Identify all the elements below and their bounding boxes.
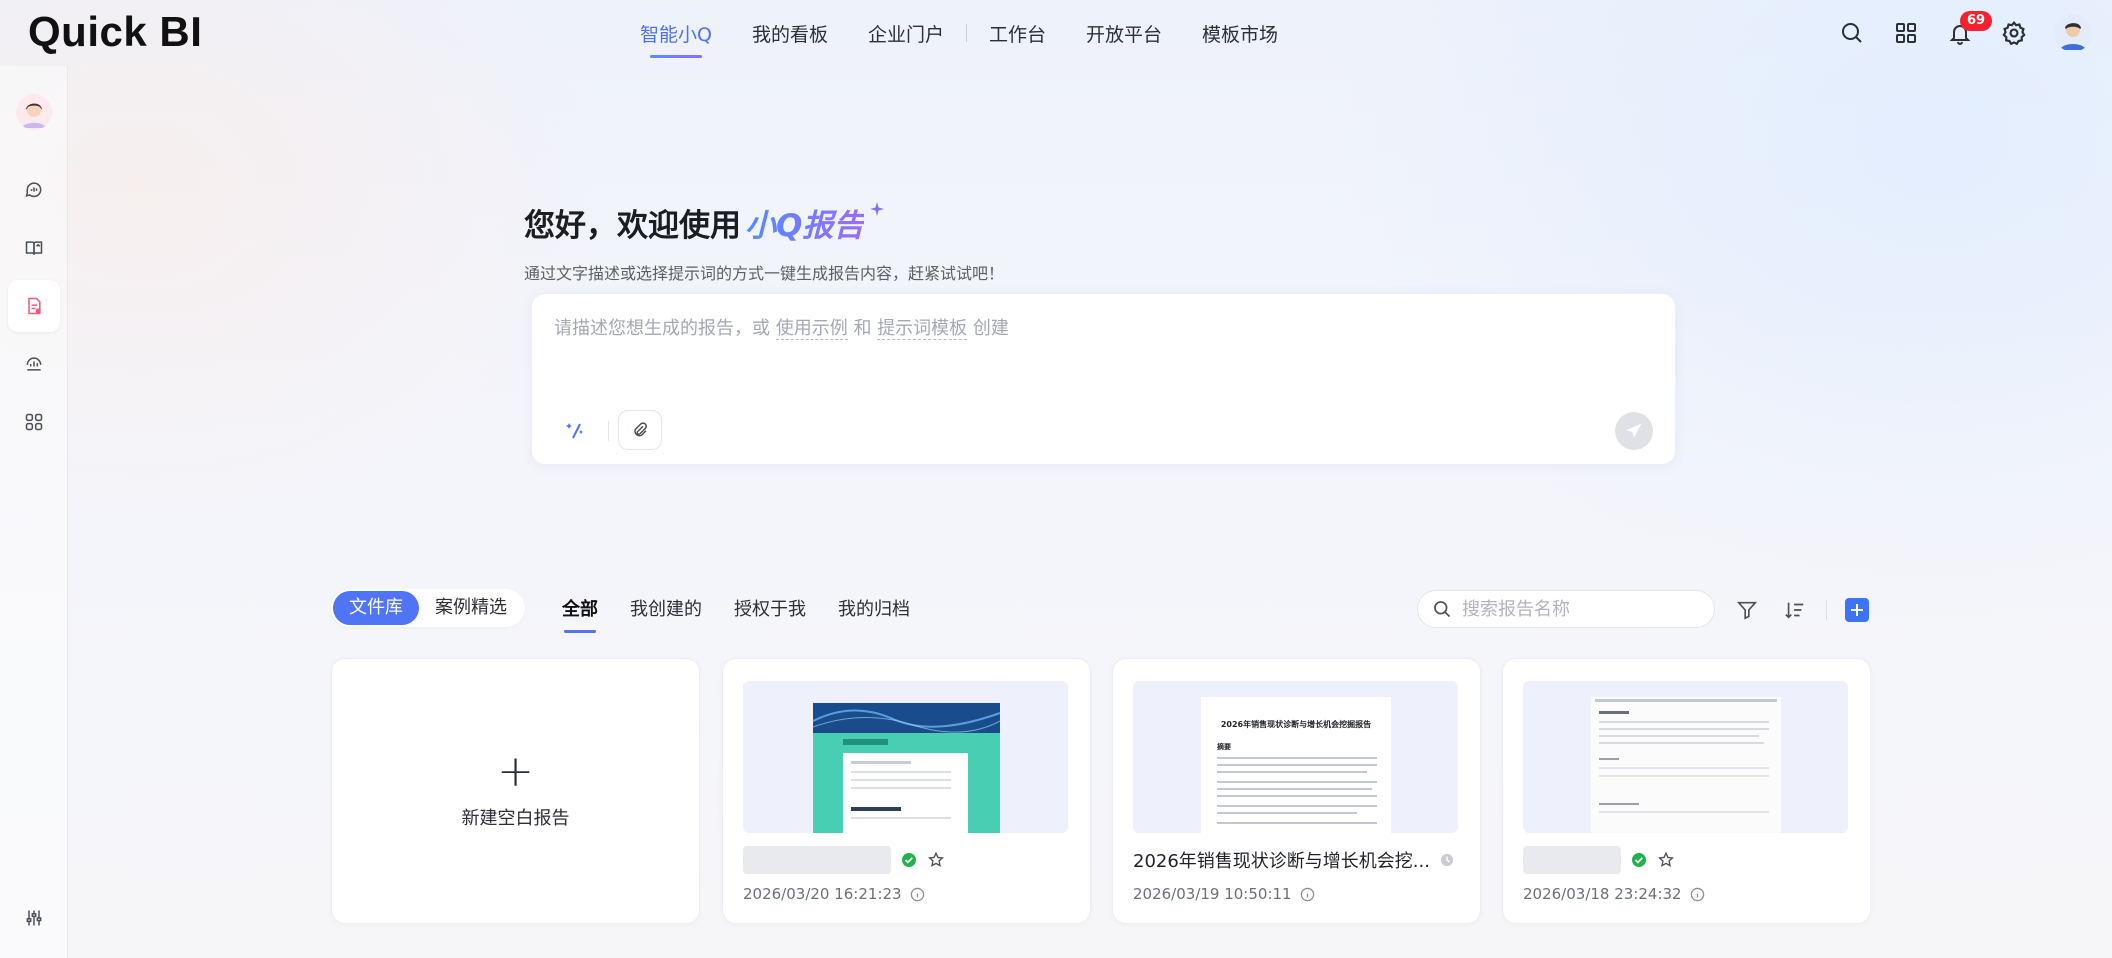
card-date: 2026/03/19 10:50:11 bbox=[1133, 885, 1292, 903]
report-card[interactable]: 2026/03/18 23:24:32 bbox=[1502, 658, 1871, 924]
nav-enterprise-portal[interactable]: 企业门户 bbox=[848, 0, 964, 66]
report-doc-icon bbox=[28, 297, 41, 315]
top-bar: Quick BI 智能小Q 我的看板 企业门户 工作台 开放平台 模板市场 69 bbox=[0, 0, 2112, 66]
nav-smart-q[interactable]: 智能小Q bbox=[620, 0, 732, 66]
sidebar bbox=[0, 66, 68, 958]
nav-my-dashboard[interactable]: 我的看板 bbox=[732, 0, 848, 66]
info-icon[interactable] bbox=[910, 887, 925, 902]
report-thumbnail: 2026年销售现状诊断与增长机会挖掘报告 摘要 bbox=[1133, 681, 1458, 833]
prompt-tool-divider bbox=[608, 421, 609, 441]
prompt-text-part: 创建 bbox=[967, 318, 1009, 339]
assistant-avatar[interactable] bbox=[16, 94, 52, 130]
thumb-heading: 摘要 bbox=[1217, 742, 1231, 751]
report-search-input[interactable] bbox=[1462, 598, 1682, 620]
hero-title-prefix: 您好，欢迎使用 bbox=[524, 208, 741, 244]
tab-archived[interactable]: 我的归档 bbox=[822, 595, 926, 621]
library-segment: 文件库 案例精选 bbox=[331, 589, 525, 627]
report-card[interactable]: 2026/03/20 16:21:23 bbox=[722, 658, 1091, 924]
report-card[interactable]: 2026年销售现状诊断与增长机会挖掘报告 摘要 2026年销售现状诊断与增长机会… bbox=[1112, 658, 1481, 924]
published-check-icon bbox=[1632, 853, 1646, 867]
card-title-row bbox=[1523, 845, 1848, 875]
tab-all[interactable]: 全部 bbox=[546, 595, 614, 633]
hero-subtitle: 通过文字描述或选择提示词的方式一键生成报告内容，赶紧试试吧！ bbox=[524, 264, 1005, 283]
prompt-text-part: 和 bbox=[847, 318, 878, 339]
app-logo[interactable]: Quick BI bbox=[28, 8, 202, 56]
card-name-redacted bbox=[743, 846, 891, 874]
card-meta: 2026/03/19 10:50:11 bbox=[1133, 885, 1315, 903]
card-name: 2026年销售现状诊断与增长机会挖... bbox=[1133, 851, 1430, 872]
prompt-text-part: 请描述您想生成的报告，或 bbox=[554, 318, 776, 339]
report-thumbnail bbox=[1523, 681, 1848, 833]
sidebar-item-book-report[interactable] bbox=[8, 222, 60, 274]
plus-icon: + bbox=[497, 746, 534, 797]
card-meta: 2026/03/18 23:24:32 bbox=[1523, 885, 1705, 903]
segment-file-library[interactable]: 文件库 bbox=[333, 591, 419, 625]
bell-icon[interactable]: 69 bbox=[1946, 11, 1993, 47]
report-thumbnail bbox=[743, 681, 1068, 833]
top-actions: 69 bbox=[1838, 0, 2092, 66]
info-icon[interactable] bbox=[1690, 887, 1705, 902]
grid-apps-icon[interactable] bbox=[1892, 19, 1920, 47]
add-report-button[interactable] bbox=[1845, 598, 1869, 622]
nav-open-platform[interactable]: 开放平台 bbox=[1066, 0, 1182, 66]
nav-workbench[interactable]: 工作台 bbox=[969, 0, 1066, 66]
sparkle-icon bbox=[870, 202, 884, 216]
search-icon[interactable] bbox=[1838, 19, 1866, 47]
sidebar-item-insight[interactable] bbox=[8, 338, 60, 390]
tab-shared-with-me[interactable]: 授权于我 bbox=[718, 595, 822, 621]
use-example-link[interactable]: 使用示例 bbox=[775, 318, 848, 340]
hero-title-brand: 小Q报告 bbox=[745, 208, 865, 244]
pending-status-icon bbox=[1440, 853, 1454, 867]
book-report-icon bbox=[25, 241, 43, 255]
new-blank-report-label: 新建空白报告 bbox=[461, 808, 570, 829]
sidebar-item-apps[interactable] bbox=[8, 396, 60, 448]
sidebar-item-chat-analysis[interactable] bbox=[8, 164, 60, 216]
nav-template-market[interactable]: 模板市场 bbox=[1182, 0, 1298, 66]
send-button[interactable] bbox=[1615, 412, 1653, 450]
star-icon[interactable] bbox=[927, 851, 945, 869]
notification-badge: 69 bbox=[1960, 11, 1993, 31]
filter-tabs: 全部 我创建的 授权于我 我的归档 bbox=[546, 589, 926, 633]
sidebar-item-settings[interactable] bbox=[8, 892, 60, 944]
card-date: 2026/03/20 16:21:23 bbox=[743, 885, 902, 903]
main-nav: 智能小Q 我的看板 企业门户 工作台 开放平台 模板市场 bbox=[620, 0, 1298, 66]
star-icon[interactable] bbox=[1657, 851, 1675, 869]
filter-icon[interactable] bbox=[1733, 596, 1761, 624]
sort-icon[interactable] bbox=[1781, 596, 1809, 624]
chat-analysis-icon bbox=[25, 182, 42, 198]
magic-wand-icon bbox=[566, 423, 583, 439]
card-name-redacted bbox=[1523, 846, 1621, 874]
apps-icon bbox=[25, 413, 43, 431]
card-date: 2026/03/18 23:24:32 bbox=[1523, 885, 1682, 903]
thumb-title: 2026年销售现状诊断与增长机会挖掘报告 bbox=[1221, 719, 1371, 729]
search-icon bbox=[1434, 601, 1451, 618]
prompt-input-box[interactable]: 请描述您想生成的报告，或 使用示例 和 提示词模板 创建 bbox=[531, 293, 1676, 465]
toolbar-divider bbox=[1826, 600, 1827, 620]
segment-featured-cases[interactable]: 案例精选 bbox=[419, 591, 523, 625]
paperclip-icon bbox=[634, 422, 647, 437]
card-title-row: 2026年销售现状诊断与增长机会挖... bbox=[1133, 845, 1458, 875]
plus-icon bbox=[1851, 604, 1863, 616]
info-icon[interactable] bbox=[1300, 887, 1315, 902]
attach-button[interactable] bbox=[618, 410, 662, 450]
card-meta: 2026/03/20 16:21:23 bbox=[743, 885, 925, 903]
sidebar-item-report[interactable] bbox=[8, 280, 60, 332]
send-icon bbox=[1626, 423, 1642, 438]
prompt-placeholder[interactable]: 请描述您想生成的报告，或 使用示例 和 提示词模板 创建 bbox=[554, 314, 1009, 340]
prompt-template-link[interactable]: 提示词模板 bbox=[877, 318, 968, 340]
insight-icon bbox=[26, 357, 42, 371]
report-search bbox=[1417, 590, 1715, 628]
published-check-icon bbox=[902, 853, 916, 867]
nav-divider bbox=[966, 24, 967, 42]
hero-title: 您好，欢迎使用 小Q报告 bbox=[524, 200, 864, 245]
magic-wand-button[interactable] bbox=[554, 410, 598, 450]
tab-created-by-me[interactable]: 我创建的 bbox=[614, 595, 718, 621]
sliders-icon bbox=[26, 910, 42, 926]
card-title-row bbox=[743, 845, 1068, 875]
user-avatar[interactable] bbox=[2054, 14, 2092, 52]
new-blank-report-card[interactable]: + 新建空白报告 bbox=[331, 658, 700, 924]
gear-icon[interactable] bbox=[2000, 19, 2028, 47]
